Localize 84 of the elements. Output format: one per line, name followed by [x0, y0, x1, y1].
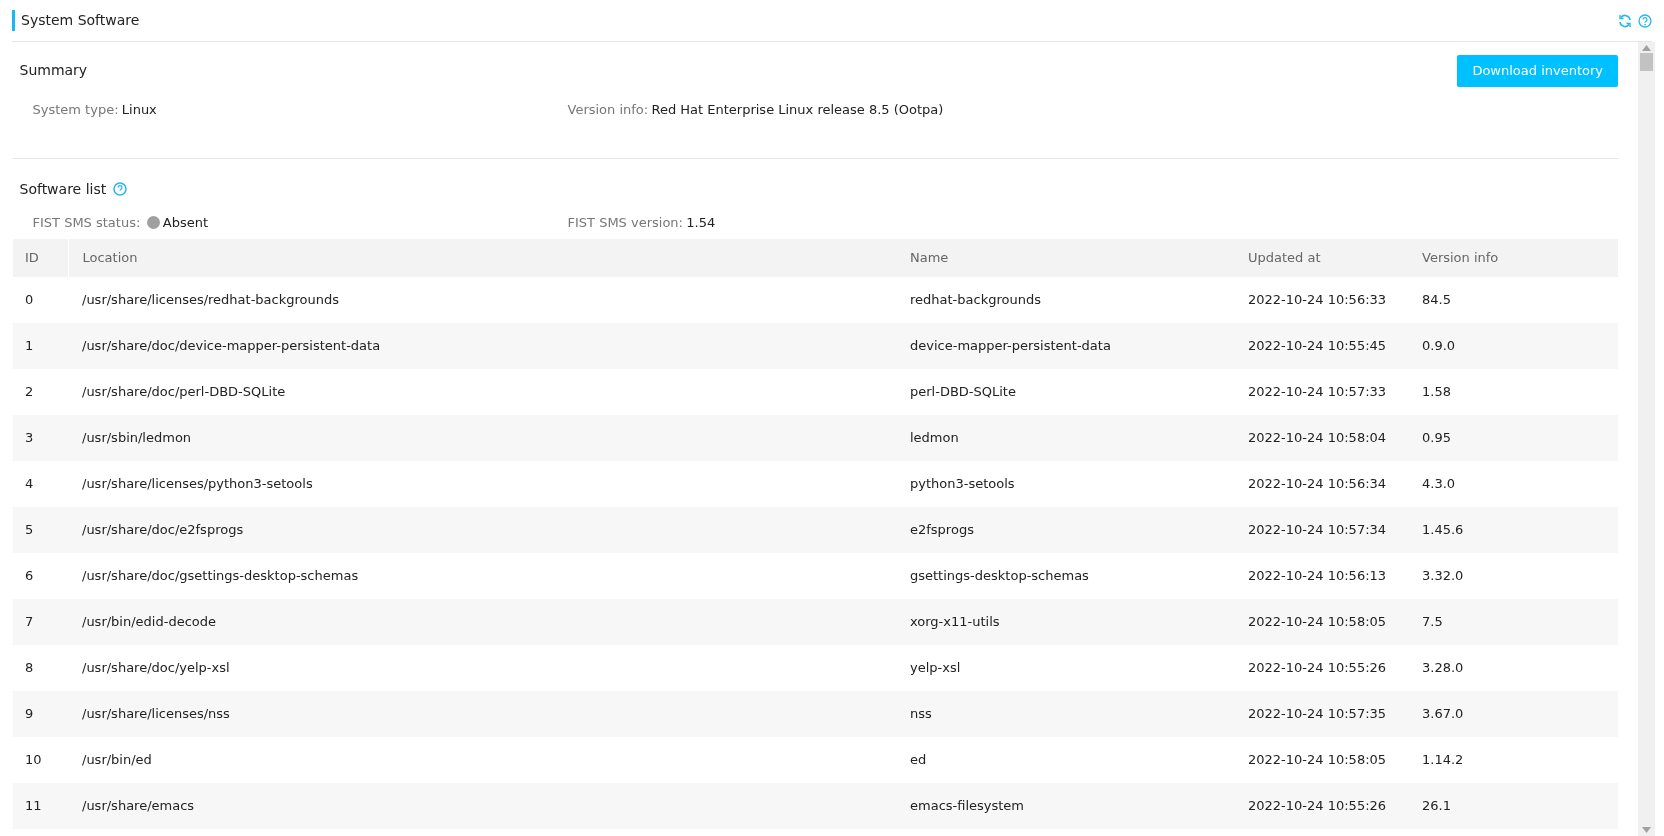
table-cell: 0 — [13, 276, 68, 323]
table-cell: 4 — [13, 460, 68, 507]
table-cell: 2022-10-24 10:55:26 — [1234, 782, 1408, 829]
help-icon[interactable] — [112, 182, 127, 196]
table-cell: python3-setools — [896, 460, 1234, 507]
table-cell: 2022-10-24 10:58:05 — [1234, 598, 1408, 645]
table-cell: 2022-10-24 10:56:33 — [1234, 276, 1408, 323]
table-cell: 26.1 — [1408, 782, 1618, 829]
table-cell: nss — [896, 690, 1234, 737]
table-cell: 0.95 — [1408, 414, 1618, 461]
table-cell: 7.5 — [1408, 598, 1618, 645]
table-cell: 3.32.0 — [1408, 552, 1618, 599]
download-button[interactable]: Download inventory — [1457, 55, 1618, 87]
table-cell: /usr/sbin/ledmon — [68, 414, 896, 461]
table-cell: 11 — [13, 782, 68, 829]
field-label: Version info: — [567, 101, 649, 117]
table-cell: /usr/share/emacs — [68, 782, 896, 829]
table-cell: /usr/share/doc/yelp-xsl — [68, 644, 896, 691]
section-title: Summary — [19, 61, 88, 81]
refresh-icon[interactable] — [1617, 13, 1632, 28]
field-label: System type: — [32, 101, 119, 117]
field-label: FIST SMS version: — [567, 214, 683, 230]
table-cell: 1 — [13, 322, 68, 369]
table-cell: 1.45.6 — [1408, 506, 1618, 553]
table-cell: /usr/share/doc/gsettings-desktop-schemas — [68, 552, 896, 599]
table-cell: 8 — [13, 644, 68, 691]
table-cell: 7 — [13, 598, 68, 645]
table-cell: 1.14.2 — [1408, 736, 1618, 783]
help-icon[interactable] — [1638, 13, 1652, 28]
table-cell: 4.3.0 — [1408, 460, 1618, 507]
table-cell: 5 — [13, 506, 68, 553]
table-cell: /usr/share/doc/e2fsprogs — [68, 506, 896, 553]
table-cell: 6 — [13, 552, 68, 599]
scroll-up-arrow-icon[interactable] — [1642, 45, 1651, 52]
table-cell: 3 — [13, 414, 68, 461]
table-cell: 2022-10-24 10:55:45 — [1234, 322, 1408, 369]
table-cell: redhat-backgrounds — [896, 276, 1234, 323]
table-cell: 3.67.0 — [1408, 690, 1618, 737]
table-cell: emacs-filesystem — [896, 782, 1234, 829]
table-cell: /usr/bin/edid-decode — [68, 598, 896, 645]
table-cell: /usr/share/licenses/python3-setools — [68, 460, 896, 507]
column-header: Location — [68, 238, 896, 277]
table-cell: 10 — [13, 736, 68, 783]
scroll-thumb[interactable] — [1640, 53, 1653, 72]
table-cell: 2022-10-24 10:58:04 — [1234, 414, 1408, 461]
table-cell: /usr/share/doc/perl-DBD-SQLite — [68, 368, 896, 415]
table-cell: 2022-10-24 10:55:26 — [1234, 644, 1408, 691]
field-label: FIST SMS status: — [32, 214, 141, 230]
column-header: ID — [13, 238, 68, 277]
table-cell: 2022-10-24 10:57:34 — [1234, 506, 1408, 553]
status-value: Absent — [162, 214, 209, 230]
table-cell: 2 — [13, 368, 68, 415]
table-cell: 84.5 — [1408, 276, 1618, 323]
column-header: Name — [896, 238, 1234, 277]
table-cell: /usr/share/licenses/redhat-backgrounds — [68, 276, 896, 323]
table-cell: 2022-10-24 10:58:05 — [1234, 736, 1408, 783]
table-cell: 2022-10-24 10:56:13 — [1234, 552, 1408, 599]
table-cell: 2022-10-24 10:56:34 — [1234, 460, 1408, 507]
table-cell: /usr/share/licenses/nss — [68, 690, 896, 737]
field-value: Linux — [121, 101, 157, 117]
scrollbar[interactable] — [1638, 42, 1655, 836]
scroll-down-arrow-icon[interactable] — [1642, 826, 1651, 833]
column-header: Version info — [1408, 238, 1618, 277]
table-cell: ed — [896, 736, 1234, 783]
column-header: Updated at — [1234, 238, 1408, 277]
table-cell: /usr/share/doc/device-mapper-persistent-data — [68, 322, 896, 369]
table-cell: perl-DBD-SQLite — [896, 368, 1234, 415]
table-cell: 1.58 — [1408, 368, 1618, 415]
table-cell: 2022-10-24 10:57:33 — [1234, 368, 1408, 415]
section-title: Software list — [19, 179, 107, 199]
table-cell: xorg-x11-utils — [896, 598, 1234, 645]
table-cell: e2fsprogs — [896, 506, 1234, 553]
table-cell: ledmon — [896, 414, 1234, 461]
field-value: Red Hat Enterprise Linux release 8.5 (Ootpa) — [651, 101, 944, 117]
table-cell: yelp-xsl — [896, 644, 1234, 691]
table-cell: gsettings-desktop-schemas — [896, 552, 1234, 599]
table-cell: 2022-10-24 10:57:35 — [1234, 690, 1408, 737]
table-cell: 0.9.0 — [1408, 322, 1618, 369]
field-value: 1.54 — [686, 214, 716, 230]
table-cell: device-mapper-persistent-data — [896, 322, 1234, 369]
page-title: System Software — [12, 10, 140, 31]
table-cell: 9 — [13, 690, 68, 737]
table-cell: 3.28.0 — [1408, 644, 1618, 691]
table-cell: /usr/bin/ed — [68, 736, 896, 783]
